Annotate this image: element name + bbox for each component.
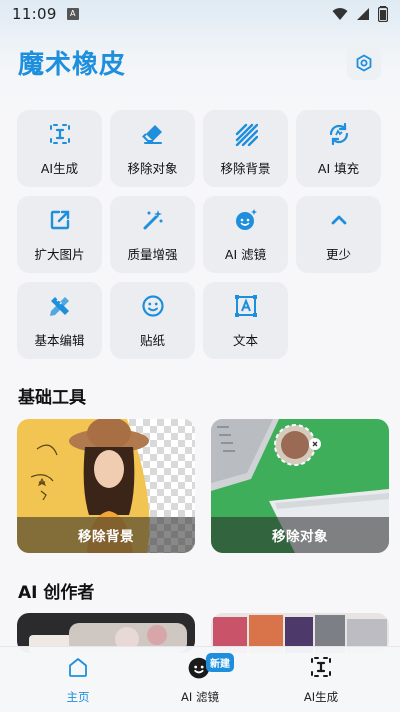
settings-hexagon-icon <box>356 54 372 72</box>
home-icon <box>64 653 92 681</box>
nav-ai-generate[interactable]: AI生成 <box>271 647 371 712</box>
card-remove-object[interactable]: 移除对象 <box>211 419 389 553</box>
chevron-up-icon <box>327 208 351 232</box>
tool-label: 文本 <box>232 333 258 348</box>
tool-label: 更少 <box>325 247 351 262</box>
magic-wand-icon <box>141 208 165 232</box>
status-icons <box>332 6 388 22</box>
tool-label: AI 填充 <box>317 161 360 176</box>
bottom-navigation: 主页 AI 滤镜 新建 AI生成 <box>0 646 400 712</box>
tool-less[interactable]: 更少 <box>296 196 381 273</box>
eraser-icon <box>141 122 165 146</box>
tool-remove-object[interactable]: 移除对象 <box>110 110 195 187</box>
signal-icon <box>357 8 369 20</box>
text-frame-icon <box>234 294 258 318</box>
nav-ai-filter[interactable]: AI 滤镜 新建 <box>150 647 250 712</box>
new-badge: 新建 <box>206 653 234 672</box>
fill-refresh-icon <box>327 122 351 146</box>
tool-quality-enhance[interactable]: 质量增强 <box>110 196 195 273</box>
tool-ai-filter[interactable]: AI 滤镜 <box>203 196 288 273</box>
tool-label: 基本编辑 <box>34 333 85 348</box>
settings-button[interactable] <box>347 46 381 80</box>
tool-label: 扩大图片 <box>34 247 85 262</box>
tool-basic-edit[interactable]: 基本编辑 <box>17 282 102 359</box>
nav-label: 主页 <box>66 690 90 704</box>
tool-text[interactable]: 文本 <box>203 282 288 359</box>
nav-label: AI生成 <box>303 690 339 704</box>
status-time: 11:09 <box>12 5 57 23</box>
tool-sticker[interactable]: 贴纸 <box>110 282 195 359</box>
pencil-ruler-icon <box>48 294 72 318</box>
status-bar: 11:09 A <box>0 0 400 28</box>
tool-label: 移除对象 <box>127 161 178 176</box>
tool-label: AI 滤镜 <box>224 247 267 262</box>
stripes-icon <box>234 122 258 146</box>
tool-remove-background[interactable]: 移除背景 <box>203 110 288 187</box>
tool-label: AI生成 <box>40 161 79 176</box>
card-caption: 移除对象 <box>211 517 389 553</box>
card-caption: 移除背景 <box>17 517 195 553</box>
status-notification-icon: A <box>66 8 79 20</box>
battery-icon <box>378 6 388 22</box>
expand-icon <box>48 208 72 232</box>
tool-label: 贴纸 <box>139 333 165 348</box>
tool-expand-image[interactable]: 扩大图片 <box>17 196 102 273</box>
app-title: 魔术橡皮 <box>18 50 127 80</box>
nav-home[interactable]: 主页 <box>28 647 128 712</box>
card-remove-background[interactable]: 移除背景 <box>17 419 195 553</box>
ai-text-icon <box>307 653 335 681</box>
tool-ai-generate[interactable]: AI生成 <box>17 110 102 187</box>
face-sparkle-icon <box>234 208 258 232</box>
section-title-ai-creator: AI 创作者 <box>18 583 95 603</box>
section-title-basic-tools: 基础工具 <box>18 388 86 408</box>
smiley-icon <box>141 294 165 318</box>
tool-ai-fill[interactable]: AI 填充 <box>296 110 381 187</box>
ai-text-icon <box>48 122 72 146</box>
nav-label: AI 滤镜 <box>181 690 219 704</box>
tool-label: 质量增强 <box>127 247 178 262</box>
tool-label: 移除背景 <box>220 161 271 176</box>
wifi-icon <box>332 8 348 20</box>
